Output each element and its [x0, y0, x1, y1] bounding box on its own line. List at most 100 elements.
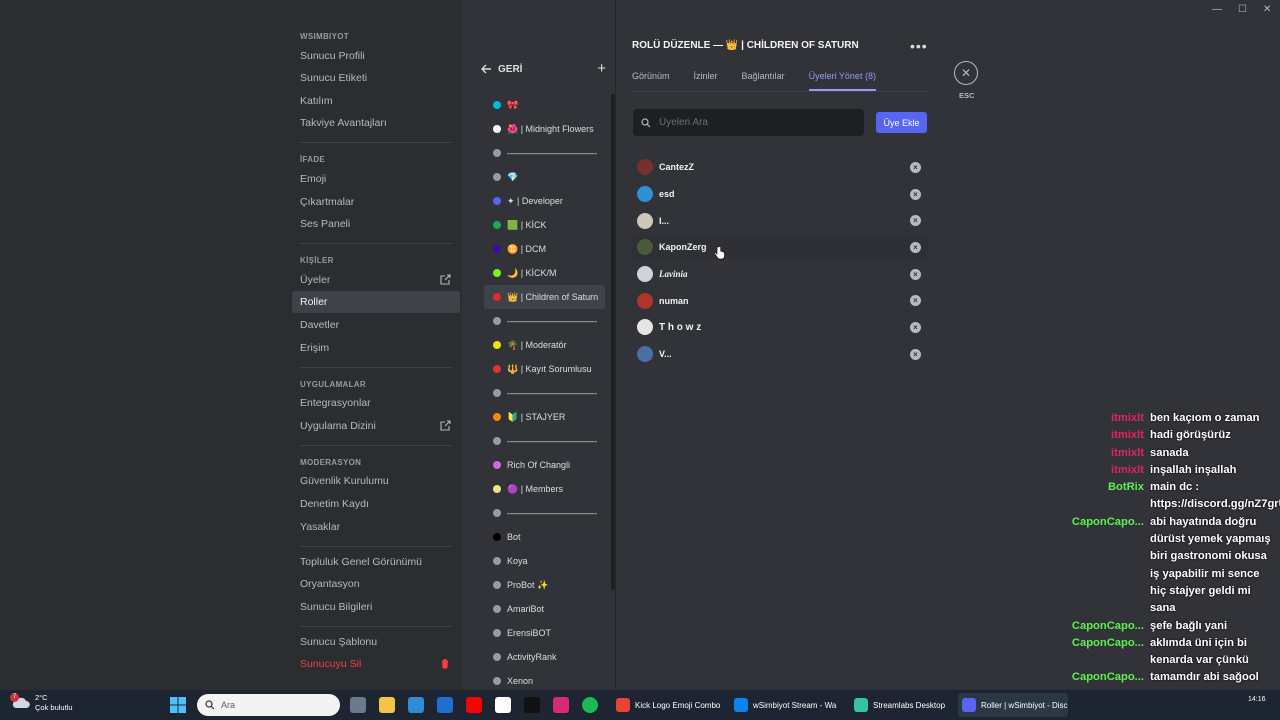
- taskbar-search[interactable]: Ara: [197, 694, 340, 716]
- taskbar-app[interactable]: Streamlabs Desktop: [850, 693, 950, 717]
- sidebar-item-yasaklar[interactable]: Yasaklar: [292, 516, 460, 538]
- chat-message: itmixlt sanada: [1040, 445, 1280, 462]
- remove-member-icon[interactable]: ×: [910, 321, 921, 333]
- sidebar-item-ses-paneli[interactable]: Ses Paneli: [292, 213, 460, 235]
- sidebar-item-kat-l-m[interactable]: Katılım: [292, 90, 460, 112]
- role-item[interactable]: ♊ | DCM: [484, 237, 605, 261]
- mail-icon[interactable]: [437, 697, 453, 713]
- remove-member-icon[interactable]: ×: [910, 241, 921, 253]
- tab-i-zinler[interactable]: İzinler: [694, 71, 718, 91]
- sidebar-item-sunucu-etiketi[interactable]: Sunucu Etiketi: [292, 67, 460, 89]
- sidebar-item-sunucu-bilgileri[interactable]: Sunucu Bilgileri: [292, 596, 460, 618]
- sidebar-item-takviye-avantajlar[interactable]: Takviye Avantajları: [292, 112, 460, 134]
- sidebar-item-davetler[interactable]: Davetler: [292, 314, 460, 336]
- file-explorer-icon[interactable]: [379, 697, 395, 713]
- sidebar-item-server-template[interactable]: Sunucu Şablonu: [292, 631, 460, 653]
- remove-member-icon[interactable]: ×: [910, 215, 921, 227]
- minimize-icon[interactable]: —: [1212, 4, 1222, 15]
- roles-scrollbar[interactable]: [611, 94, 615, 590]
- member-row[interactable]: I... ×: [632, 207, 928, 234]
- role-item[interactable]: ErensiBOT: [484, 621, 605, 645]
- role-item[interactable]: 🟩 | KİCK: [484, 213, 605, 237]
- sidebar-item-emoji[interactable]: Emoji: [292, 168, 460, 190]
- sidebar-item-eris-im[interactable]: Erişim: [292, 337, 460, 359]
- weather-widget[interactable]: 7 2°C Çok bulutlu: [10, 693, 73, 713]
- member-row[interactable]: T h o w z ×: [632, 314, 928, 341]
- taskbar-app[interactable]: Kick Logo Emoji Combo: [612, 693, 722, 717]
- sidebar-item-roller[interactable]: Roller: [292, 291, 460, 314]
- tab-u-yeleri-yo-net-8[interactable]: Üyeleri Yönet (8): [808, 71, 876, 91]
- role-item[interactable]: 🌙 | KİCK/M: [484, 261, 605, 285]
- member-row[interactable]: CantezZ ×: [632, 154, 928, 181]
- role-item[interactable]: ✦ | Developer: [484, 189, 605, 213]
- member-row[interactable]: numan ×: [632, 287, 928, 314]
- member-row[interactable]: V... ×: [632, 341, 928, 368]
- role-item[interactable]: 💎: [484, 165, 605, 189]
- capcut-icon[interactable]: [495, 697, 511, 713]
- member-row[interactable]: KaponZerg ×: [632, 234, 928, 261]
- taskbar-app[interactable]: Roller | wSimbiyot - Disc: [958, 693, 1068, 717]
- chat-username: CaponCapo...: [1071, 619, 1144, 632]
- instagram-icon[interactable]: [553, 697, 569, 713]
- sidebar-item-u-yeler[interactable]: Üyeler: [292, 269, 460, 291]
- role-color-dot: [493, 605, 501, 613]
- tiktok-icon[interactable]: [524, 697, 540, 713]
- close-window-icon[interactable]: ✕: [1263, 4, 1271, 15]
- role-item[interactable]: Rich Of Changli: [484, 453, 605, 477]
- role-item[interactable]: ——————————: [484, 501, 605, 525]
- sidebar-item-topluluk-genel-go-ru-nu-mu[interactable]: Topluluk Genel Görünümü: [292, 551, 460, 573]
- role-item[interactable]: ——————————: [484, 381, 605, 405]
- sidebar-divider: [300, 142, 452, 144]
- role-item[interactable]: Bot: [484, 525, 605, 549]
- remove-member-icon[interactable]: ×: [910, 295, 921, 307]
- tab-go-ru-nu-m[interactable]: Görünüm: [632, 71, 670, 91]
- windows-start-icon[interactable]: [170, 697, 186, 718]
- add-member-button[interactable]: Üye Ekle: [876, 112, 927, 133]
- member-search[interactable]: [633, 109, 864, 136]
- role-item[interactable]: ActivityRank: [484, 645, 605, 669]
- sidebar-item-uygulama-dizini[interactable]: Uygulama Dizini: [292, 415, 460, 437]
- sidebar-divider: [300, 444, 452, 446]
- plus-icon[interactable]: +: [597, 61, 606, 76]
- role-item[interactable]: 🔱 | Kayıt Sorumlusu: [484, 357, 605, 381]
- remove-member-icon[interactable]: ×: [910, 161, 921, 173]
- role-item[interactable]: 🎀: [484, 93, 605, 117]
- remove-member-icon[interactable]: ×: [910, 188, 921, 200]
- member-row[interactable]: Lavinia ×: [632, 261, 928, 288]
- delete-server-button[interactable]: Sunucuyu Sil: [292, 653, 460, 675]
- close-settings-button[interactable]: ✕: [954, 61, 978, 85]
- maximize-icon[interactable]: ☐: [1238, 4, 1247, 15]
- more-icon[interactable]: •••: [910, 38, 928, 54]
- role-item[interactable]: ——————————: [484, 141, 605, 165]
- role-item[interactable]: ——————————: [484, 429, 605, 453]
- spotify-icon[interactable]: [582, 697, 598, 713]
- sidebar-item-label: Erişim: [300, 341, 330, 354]
- role-item[interactable]: 🔰 | STAJYER: [484, 405, 605, 429]
- store-icon[interactable]: [408, 697, 424, 713]
- youtube-icon[interactable]: [466, 697, 482, 713]
- taskbar-app[interactable]: wSimbiyot Stream - Wa: [730, 693, 842, 717]
- sidebar-item-c-kartmalar[interactable]: Çıkartmalar: [292, 191, 460, 213]
- role-item[interactable]: ProBot ✨: [484, 573, 605, 597]
- back-button[interactable]: GERİ: [480, 63, 522, 75]
- clock[interactable]: 14:16: [1248, 695, 1266, 705]
- member-row[interactable]: esd ×: [632, 181, 928, 208]
- sidebar-item-oryantasyon[interactable]: Oryantasyon: [292, 573, 460, 595]
- role-item[interactable]: 👑 | Children of Saturn: [484, 285, 605, 309]
- role-color-dot: [493, 317, 501, 325]
- remove-member-icon[interactable]: ×: [910, 268, 921, 280]
- role-item[interactable]: 🌺 | Midnight Flowers: [484, 117, 605, 141]
- role-item[interactable]: Koya: [484, 549, 605, 573]
- role-item[interactable]: AmariBot: [484, 597, 605, 621]
- remove-member-icon[interactable]: ×: [910, 348, 921, 360]
- role-item[interactable]: 🟣 | Members: [484, 477, 605, 501]
- sidebar-item-denetim-kayd[interactable]: Denetim Kaydı: [292, 493, 460, 515]
- tab-bag-lant-lar[interactable]: Bağlantılar: [742, 71, 785, 91]
- role-item[interactable]: 🌴 | Moderatör: [484, 333, 605, 357]
- task-view-icon[interactable]: [350, 697, 366, 713]
- sidebar-item-entegrasyonlar[interactable]: Entegrasyonlar: [292, 392, 460, 414]
- sidebar-item-gu-venlik-kurulumu[interactable]: Güvenlik Kurulumu: [292, 470, 460, 492]
- role-item[interactable]: ——————————: [484, 309, 605, 333]
- sidebar-item-sunucu-profili[interactable]: Sunucu Profili: [292, 45, 460, 67]
- member-search-input[interactable]: [659, 117, 849, 128]
